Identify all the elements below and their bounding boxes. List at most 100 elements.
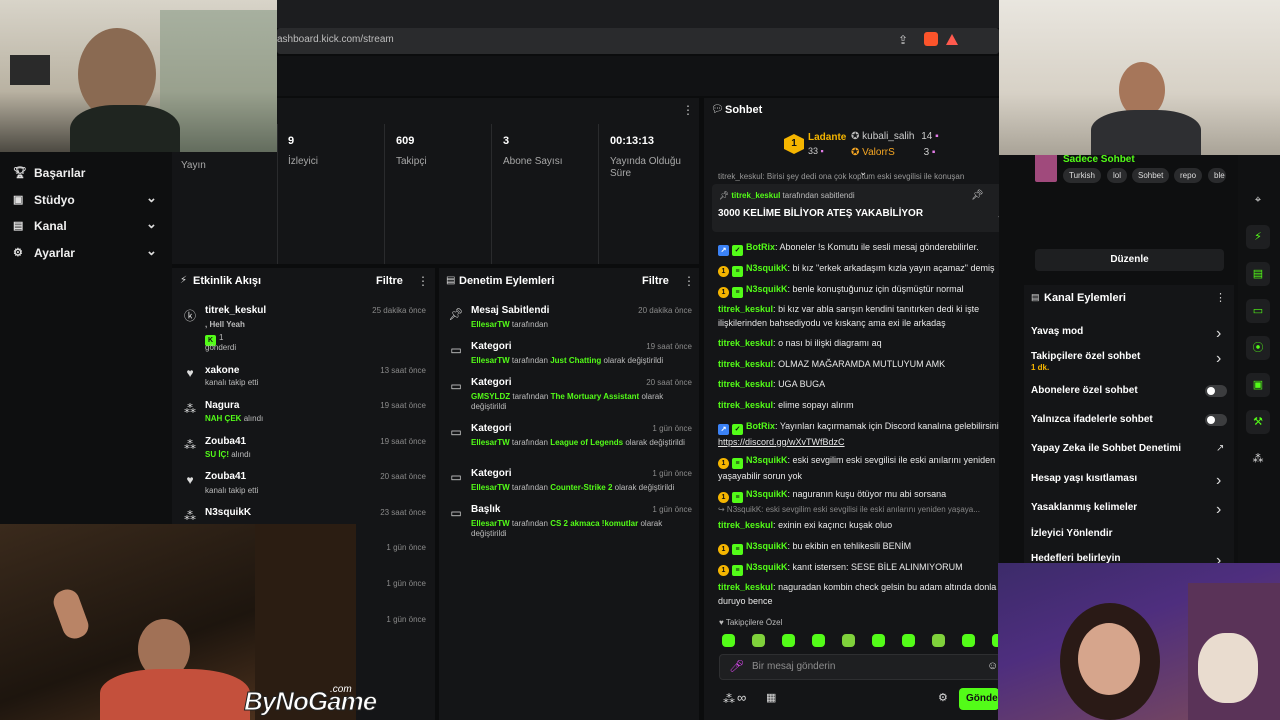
- emote-icon[interactable]: [842, 634, 855, 647]
- chat-message[interactable]: titrek_keskul: elime sopayı alırım: [718, 398, 1008, 412]
- category-thumbnail[interactable]: [1035, 152, 1057, 182]
- chat-icon[interactable]: ▭: [1246, 299, 1270, 323]
- emote-icon[interactable]: [932, 634, 945, 647]
- sidebar-item-studyo[interactable]: ▣ Stüdyo ⌄: [0, 187, 170, 213]
- channel-action-label[interactable]: Takipçilere özel sohbet: [1031, 351, 1226, 362]
- wrench-icon[interactable]: ⚒: [1246, 410, 1270, 434]
- chevron-right-icon[interactable]: ›: [1216, 325, 1221, 343]
- pin-icon[interactable]: 📌︎: [971, 190, 984, 201]
- chat-username[interactable]: titrek_keskul: [718, 359, 773, 369]
- emote-icon[interactable]: [752, 634, 765, 647]
- sidebar-item-basarilar[interactable]: 🏆︎ Başarılar: [0, 160, 170, 186]
- event-username[interactable]: Zouba41: [205, 436, 246, 447]
- send-button[interactable]: Gönder: [959, 688, 999, 710]
- moderator-name[interactable]: EllesarTW: [471, 356, 510, 365]
- chat-message[interactable]: ↗ ✓ BotRix: Aboneler !s Komutu ile sesli m…: [718, 240, 1008, 256]
- chat-message[interactable]: 1 ≡ N3squikK: bi kız "erkek arkadaşım kızl…: [718, 261, 1008, 277]
- share-icon[interactable]: ⇪: [898, 33, 908, 47]
- toggle-switch[interactable]: [1205, 414, 1227, 426]
- chat-username[interactable]: N3squikK: [746, 284, 788, 294]
- chat-message[interactable]: 1 ≡ N3squikK: eski sevgilim eski sevgilisi…: [718, 453, 1008, 483]
- channel-action-label[interactable]: Yalnızca ifadelerle sohbet: [1031, 414, 1226, 425]
- event-username[interactable]: xakone: [205, 365, 239, 376]
- moderator-name[interactable]: EllesarTW: [471, 519, 510, 528]
- moderation-filter-button[interactable]: Filtre: [642, 275, 669, 303]
- channel-action-label[interactable]: Abonelere özel sohbet: [1031, 385, 1226, 396]
- infinity-icon[interactable]: ∞: [737, 690, 746, 705]
- target-icon[interactable]: ⌖: [1246, 188, 1270, 212]
- chat-username[interactable]: N3squikK: [746, 562, 788, 572]
- gifter-row[interactable]: ✪ kubali_salih 14 ▪: [851, 131, 939, 142]
- chat-username[interactable]: titrek_keskul: [718, 582, 773, 592]
- activity-filter-button[interactable]: Filtre: [376, 275, 403, 303]
- chat-username[interactable]: N3squikK: [746, 489, 788, 499]
- top-gifter-name[interactable]: Ladante: [808, 132, 846, 143]
- moderator-name[interactable]: GMSYLDZ: [471, 392, 510, 401]
- brave-shield-icon[interactable]: [924, 32, 938, 46]
- chat-link[interactable]: https://discord.gg/wXvTWfBdzC: [718, 437, 845, 447]
- reward-icon[interactable]: ⁂: [723, 692, 735, 706]
- chat-username[interactable]: titrek_keskul: [718, 400, 773, 410]
- chat-username[interactable]: titrek_keskul: [718, 520, 773, 530]
- toggle-switch[interactable]: [1205, 385, 1227, 397]
- more-options-icon[interactable]: ⋮: [417, 274, 429, 288]
- reply-preview[interactable]: ↪ N3squikK: eski sevgilim eski sevgilisi…: [718, 505, 1008, 517]
- chat-message[interactable]: titrek_keskul: OLMAZ MAĞARAMDA MUTLUYUM …: [718, 357, 1008, 371]
- emote-icon[interactable]: [962, 634, 975, 647]
- channel-action-label[interactable]: Yapay Zeka ile Sohbet Denetimi: [1031, 443, 1226, 454]
- channel-category[interactable]: Sadece Sohbet: [1063, 154, 1135, 165]
- emote-icon[interactable]: [782, 634, 795, 647]
- tag[interactable]: lol: [1107, 168, 1128, 183]
- address-url[interactable]: ashboard.kick.com/stream: [277, 34, 394, 45]
- chat-username[interactable]: titrek_keskul: [718, 338, 773, 348]
- microphone-icon[interactable]: 🎤︎: [729, 659, 744, 673]
- event-username[interactable]: Nagura: [205, 400, 239, 411]
- external-link-icon[interactable]: ↗: [1216, 443, 1224, 454]
- channel-action-label[interactable]: Hesap yaşı kısıtlaması: [1031, 473, 1226, 484]
- layout-icon[interactable]: ▣: [1246, 373, 1270, 397]
- chevron-right-icon[interactable]: ›: [1216, 472, 1221, 490]
- sidebar-item-ayarlar[interactable]: ⚙ Ayarlar ⌄: [0, 240, 170, 266]
- more-options-icon[interactable]: ⋮: [683, 274, 695, 288]
- chat-username[interactable]: titrek_keskul: [718, 304, 773, 314]
- emoji-icon[interactable]: ☺: [987, 660, 998, 672]
- emote-icon[interactable]: [722, 634, 735, 647]
- chat-username[interactable]: N3squikK: [746, 263, 788, 273]
- chevron-right-icon[interactable]: ›: [1216, 501, 1221, 519]
- chat-input-placeholder[interactable]: Bir mesaj gönderin: [752, 661, 835, 672]
- tag[interactable]: ble: [1208, 168, 1226, 183]
- sidebar-item-kanal[interactable]: ▤ Kanal ⌄: [0, 213, 170, 239]
- channel-action-label[interactable]: Yasaklanmış kelimeler: [1031, 502, 1226, 513]
- emote-icon[interactable]: [872, 634, 885, 647]
- more-options-icon[interactable]: ⋮: [682, 103, 694, 117]
- emote-icon[interactable]: [902, 634, 915, 647]
- gifter-row[interactable]: ✪ ValorrS 3 ▪: [851, 147, 935, 158]
- gear-icon[interactable]: ⚙: [938, 691, 948, 704]
- chat-username[interactable]: N3squikK: [746, 455, 788, 465]
- chat-message[interactable]: titrek_keskul: o nası bi ilişki diagramı…: [718, 336, 1008, 350]
- reward-icon[interactable]: ⁂: [1246, 447, 1270, 471]
- chat-username[interactable]: BotRix: [746, 242, 775, 252]
- channel-action-label[interactable]: Yavaş mod: [1031, 326, 1226, 337]
- emote-icon[interactable]: [812, 634, 825, 647]
- chevron-right-icon[interactable]: ›: [1216, 350, 1221, 368]
- edit-button[interactable]: Düzenle: [1035, 249, 1224, 271]
- channel-action-label[interactable]: İzleyici Yönlendir: [1031, 528, 1226, 539]
- document-icon[interactable]: ▤: [1246, 262, 1270, 286]
- event-username[interactable]: N3squikK: [205, 507, 251, 518]
- chat-message[interactable]: 1 ≡ N3squikK: bu ekibin en tehlikesili BEN…: [718, 539, 1008, 555]
- chat-message[interactable]: titrek_keskul: bi kız var abla sarışın k…: [718, 302, 1008, 330]
- store-icon[interactable]: ▦: [766, 691, 776, 704]
- tag[interactable]: Turkish: [1063, 168, 1101, 183]
- event-username[interactable]: titrek_keskul: [205, 305, 266, 316]
- chat-message[interactable]: ↗ ✓ BotRix: Yayınları kaçırmamak için Disc…: [718, 419, 1008, 449]
- chat-username[interactable]: titrek_keskul: [718, 379, 773, 389]
- tag[interactable]: repo: [1174, 168, 1203, 183]
- tag[interactable]: Sohbet: [1132, 168, 1170, 183]
- broadcast-icon[interactable]: ⦿: [1246, 336, 1270, 360]
- chevron-down-icon[interactable]: ⌄: [859, 167, 867, 178]
- chat-message[interactable]: 1 ≡ N3squikK: benle konuştuğunuz için düşm…: [718, 282, 1008, 298]
- chat-message[interactable]: 1 ≡ N3squikK: kanıt istersen: SESE BİLE AL…: [718, 560, 1008, 576]
- chat-message[interactable]: titrek_keskul: UGA BUGA: [718, 377, 1008, 391]
- moderator-name[interactable]: EllesarTW: [471, 438, 510, 447]
